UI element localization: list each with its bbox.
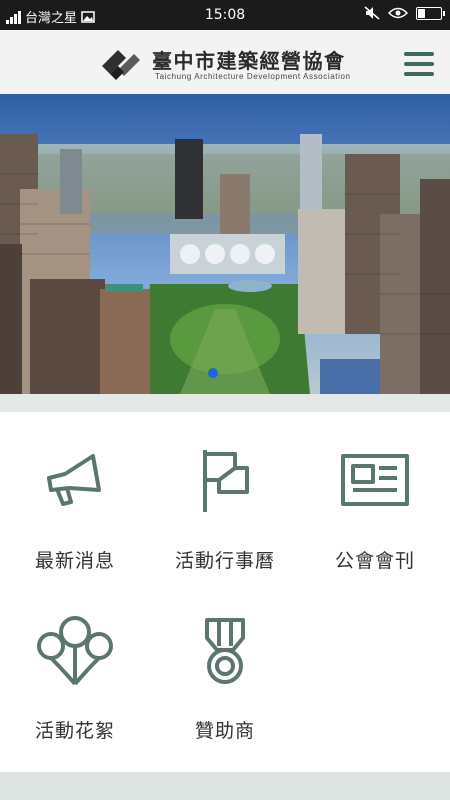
bottom-strip	[0, 772, 450, 800]
medal-icon	[205, 618, 245, 684]
association-title: 臺中市建築經營協會	[152, 49, 346, 73]
menu-item-label: 贊助商	[194, 720, 255, 742]
eye-icon	[388, 7, 408, 19]
menu-item-journal[interactable]: 公會會刊	[310, 422, 440, 572]
city-skyline-image	[0, 94, 450, 394]
association-subtitle: Taichung Architecture Development Associ…	[155, 72, 351, 81]
menu-item-label: 最新消息	[34, 550, 115, 572]
menu-item-gallery[interactable]: 活動花絮	[10, 592, 140, 742]
main-menu-grid: 最新消息 活動行事曆 公會會刊 活動花絮 贊助商	[0, 412, 450, 772]
menu-item-sponsors[interactable]: 贊助商	[160, 592, 290, 742]
battery-icon	[416, 6, 445, 20]
association-logo-icon	[102, 50, 140, 80]
menu-item-news[interactable]: 最新消息	[10, 422, 140, 572]
status-right	[364, 6, 445, 20]
mute-icon	[364, 6, 380, 20]
carousel-indicator-dot[interactable]	[208, 368, 218, 378]
app-header: 臺中市建築經營協會 Taichung Architecture Developm…	[0, 30, 450, 94]
newspaper-icon	[341, 454, 409, 506]
balloons-icon	[37, 616, 113, 686]
menu-item-label: 活動花絮	[34, 720, 115, 742]
menu-item-calendar[interactable]: 活動行事曆	[160, 422, 290, 572]
megaphone-icon	[47, 454, 101, 506]
hero-banner[interactable]	[0, 94, 450, 394]
hamburger-menu-icon[interactable]	[404, 52, 434, 78]
status-bar: 台灣之星 15:08	[0, 0, 450, 30]
menu-item-label: 公會會刊	[334, 550, 415, 572]
flag-icon	[203, 450, 249, 512]
menu-item-label: 活動行事曆	[174, 550, 275, 572]
